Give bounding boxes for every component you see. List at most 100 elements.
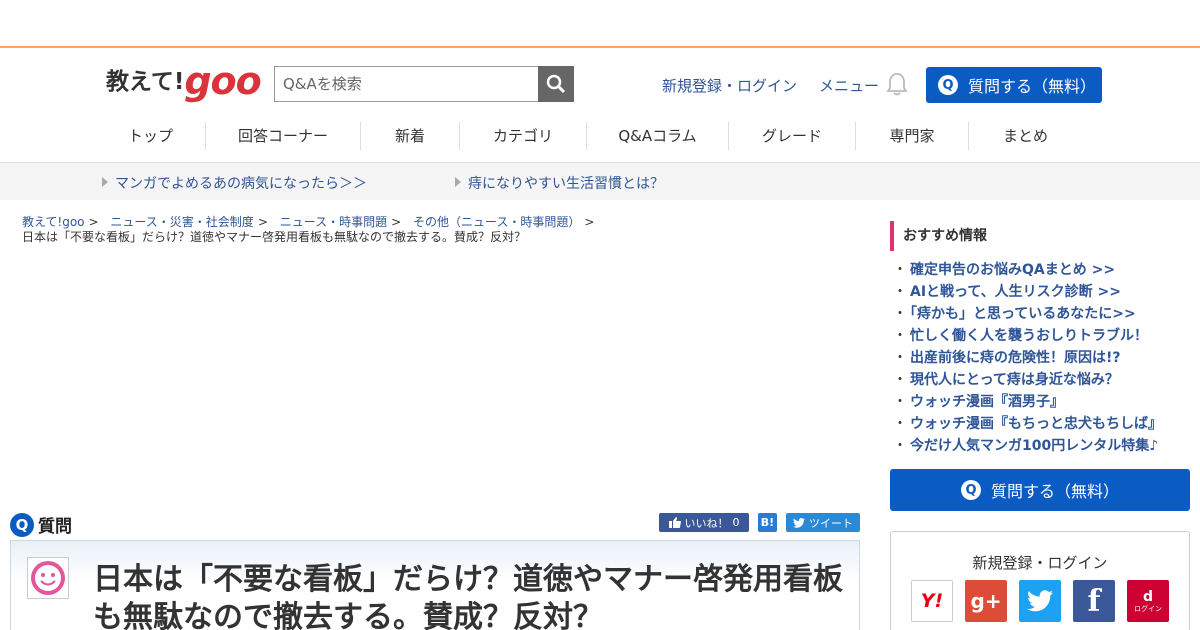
question-section-label: 質問 [38,517,72,537]
facebook-like-button[interactable]: いいね！ 0 [659,513,749,532]
recommend-item[interactable]: ・出産前後に痔の危険性！原因は!? [893,347,1162,369]
google-plus-login-button[interactable]: g+ [965,580,1007,622]
breadcrumb: 教えて!goo > ニュース・災害・社会制度 > ニュース・時事問題 > その他（ニュ… [22,215,602,245]
bullet: ・ [893,372,907,388]
logo-text: 教えて! [106,69,185,95]
docomo-login-button[interactable]: d ログイン [1127,580,1169,622]
login-box: 新規登録・ログイン Y! g+ f d ログイン [890,531,1190,630]
notification-bell[interactable] [886,72,908,100]
recommend-title: おすすめ情報 [890,221,987,251]
hatena-bookmark-button[interactable]: B! [758,513,777,532]
breadcrumb-separator: > [257,215,268,229]
breadcrumb-separator: > [391,215,402,229]
bullet: ・ [893,306,907,322]
breadcrumb-separator: > [88,215,99,229]
breadcrumb-link[interactable]: 教えて!goo [22,215,85,229]
like-count: 0 [732,516,740,529]
logo-goo-text: goo [184,59,261,103]
nav-summary[interactable]: まとめ [969,122,1082,150]
recommend-item[interactable]: ・現代人にとって痔は身近な悩み？ [893,369,1162,391]
recommend-item-label: 今だけ人気マンガ100円レンタル特集♪ [910,438,1159,454]
tweet-label: ツイート [809,516,853,530]
breadcrumb-separator: > [584,215,595,229]
facebook-login-button[interactable]: f [1073,580,1115,622]
site-header: 教えて! goo 新規登録・ログイン メニュー Q 質問する（無料） トップ 回… [0,50,1200,163]
recommend-item-label: 忙しく働く人を襲うおしりトラブル！ [910,328,1148,344]
avatar[interactable] [27,557,69,599]
question-icon: Q [938,75,958,95]
recommend-item[interactable]: ・「痔かも」と思っているあなたに>> [893,303,1162,325]
sidebar-ask-label: 質問する（無料） [990,482,1119,501]
recommend-item-label: ウォッチ漫画『酒男子』 [910,394,1064,410]
ask-question-button[interactable]: Q 質問する（無料） [926,67,1102,103]
smiley-avatar-icon [31,561,65,595]
bullet: ・ [893,284,907,300]
breadcrumb-link[interactable]: ニュース・災害・社会制度 [110,215,253,229]
sidebar-ask-question-button[interactable]: Q 質問する（無料） [890,469,1190,511]
nav-top[interactable]: トップ [96,122,206,150]
recommend-item[interactable]: ・ AIと戦って、人生リスク診断 >> [893,281,1162,303]
breadcrumb-link[interactable]: ニュース・時事問題 [280,215,387,229]
question-icon: Q [960,480,981,500]
recommend-item-label: 出産前後に痔の危険性！原因は!? [910,350,1121,366]
login-title: 新規登録・ログイン [972,554,1108,572]
question-title: 日本は「不要な看板」だらけ？道徳やマナー啓発用看板も無駄なので撤去する。賛成？反… [93,562,843,630]
tweet-button[interactable]: ツイート [786,513,860,532]
search-input[interactable] [274,66,538,102]
login-providers: Y! g+ f d ログイン [911,580,1169,622]
bullet: ・ [893,328,907,344]
question-box: 日本は「不要な看板」だらけ？道徳やマナー啓発用看板も無駄なので撤去する。賛成？反… [10,540,860,630]
recommend-item[interactable]: ・ウォッチ漫画『もちっと忠犬もちしば』 [893,413,1162,435]
register-login-link[interactable]: 新規登録・ログイン [662,75,797,96]
hatena-label: B! [760,516,775,529]
google-plus-icon: g+ [970,589,1002,613]
bullet: ・ [893,438,907,454]
docomo-icon: d [1142,588,1154,605]
yahoo-icon: Y! [920,590,944,612]
top-ad-bar [0,0,1200,48]
recommend-item[interactable]: ・今だけ人気マンガ100円レンタル特集♪ [893,435,1162,457]
nav-grade[interactable]: グレード [729,122,856,150]
bullet: ・ [893,416,907,432]
nav-answer-corner[interactable]: 回答コーナー [206,122,361,150]
recommend-item[interactable]: ・忙しく働く人を襲うおしりトラブル！ [893,325,1162,347]
search-icon [546,74,566,94]
breadcrumb-link[interactable]: その他（ニュース・時事問題） [413,215,580,229]
bell-icon [886,73,908,96]
ask-question-label: 質問する（無料） [968,77,1097,96]
bullet: ・ [893,394,907,410]
thumbs-up-icon [668,517,681,528]
facebook-icon: f [1087,583,1101,619]
search-box [274,66,574,102]
yahoo-login-button[interactable]: Y! [911,580,953,622]
bullet: ・ [893,350,907,366]
nav-experts[interactable]: 専門家 [856,122,969,150]
site-logo[interactable]: 教えて! goo [106,59,262,103]
header-links: 新規登録・ログイン メニュー [662,75,879,96]
recommend-list: ・確定申告のお悩みQAまとめ >> ・ AIと戦って、人生リスク診断 >> ・「痔… [893,259,1162,457]
subnav-habit-link[interactable]: 痔になりやすい生活習慣とは？ [455,173,664,193]
twitter-bird-icon [793,517,805,528]
recommend-item-label: 「痔かも」と思っているあなたに>> [910,306,1136,322]
twitter-icon [1027,590,1053,612]
nav-qa-column[interactable]: Q&Aコラム [587,122,729,150]
twitter-login-button[interactable] [1019,580,1061,622]
breadcrumb-current: 日本は「不要な看板」だらけ？道徳やマナー啓発用看板も無駄なので撤去する。賛成？反… [22,230,527,244]
docomo-login-label: ログイン [1134,604,1162,613]
nav-new[interactable]: 新着 [361,122,460,150]
recommend-item[interactable]: ・確定申告のお悩みQAまとめ >> [893,259,1162,281]
like-label: いいね！ [684,516,729,530]
search-button[interactable] [538,66,574,102]
nav-category[interactable]: カテゴリ [460,122,587,150]
global-nav: トップ 回答コーナー 新着 カテゴリ Q&Aコラム グレード 専門家 まとめ [96,122,1082,150]
subnav-manga-link[interactable]: マンガでよめるあの病気になったら＞＞ [102,173,367,193]
question-icon: Q [10,512,34,537]
recommend-item-label: AIと戦って、人生リスク診断 >> [910,284,1121,300]
menu-link[interactable]: メニュー [819,75,879,96]
question-section-header: Q 質問 [10,512,72,537]
sub-nav: マンガでよめるあの病気になったら＞＞ 痔になりやすい生活習慣とは？ [0,163,1200,200]
recommend-item-label: 確定申告のお悩みQAまとめ >> [910,262,1116,278]
recommend-item-label: ウォッチ漫画『もちっと忠犬もちしば』 [910,416,1162,432]
bullet: ・ [893,262,907,278]
recommend-item[interactable]: ・ウォッチ漫画『酒男子』 [893,391,1162,413]
